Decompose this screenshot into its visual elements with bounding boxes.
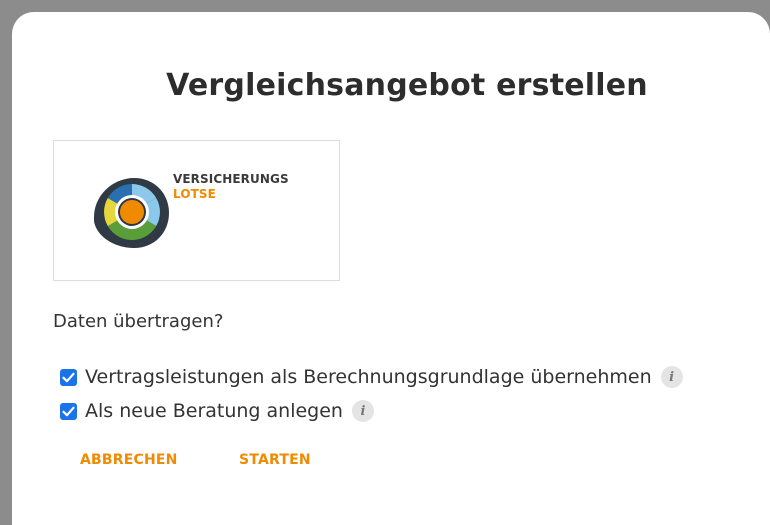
logo-text-versicherungs: VERSICHERUNGS <box>173 172 289 186</box>
dialog-title: Vergleichsangebot erstellen <box>166 68 648 103</box>
checkmark-icon <box>62 406 75 416</box>
info-icon[interactable]: i <box>351 400 374 422</box>
checkbox-new-consultation[interactable] <box>60 402 77 420</box>
info-icon[interactable]: i <box>660 366 683 388</box>
transfer-data-question: Daten übertragen? <box>53 311 224 332</box>
cancel-button[interactable]: ABBRECHEN <box>80 452 178 468</box>
provider-logo: VERSICHERUNGS LOTSE <box>53 140 340 281</box>
dialog: Vergleichsangebot erstellen VERSICHERUNG… <box>12 12 770 525</box>
option-new-consultation[interactable]: Als neue Beratung anlegen i <box>60 398 374 424</box>
option-label: Vertragsleistungen als Berechnungsgrundl… <box>85 366 652 388</box>
option-contract-benefits[interactable]: Vertragsleistungen als Berechnungsgrundl… <box>60 364 683 390</box>
logo-text-lotse: LOTSE <box>173 187 216 201</box>
versicherungslotse-logo-icon <box>94 178 169 248</box>
checkbox-contract-benefits[interactable] <box>60 368 77 386</box>
start-button[interactable]: STARTEN <box>239 452 311 468</box>
option-label: Als neue Beratung anlegen <box>85 400 343 422</box>
checkmark-icon <box>62 372 75 382</box>
